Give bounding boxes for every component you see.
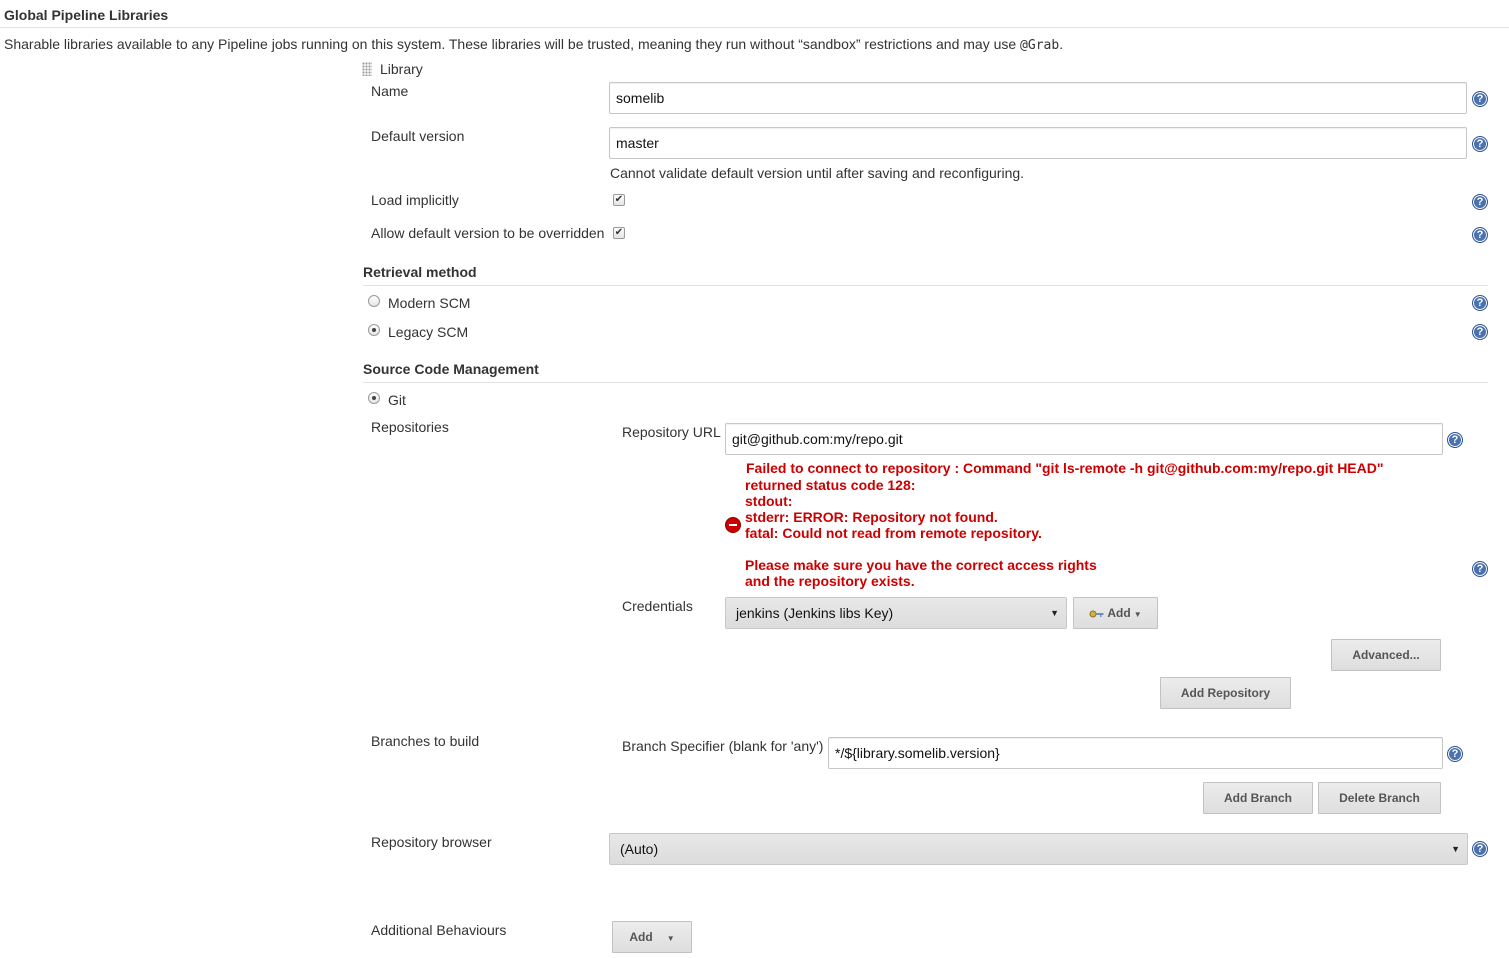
drag-handle-icon[interactable] (362, 62, 372, 76)
help-icon[interactable]: ? (1447, 432, 1463, 448)
branches-label: Branches to build (371, 733, 480, 749)
add-credentials-label: Add (1107, 606, 1131, 620)
retrieval-title: Retrieval method (363, 264, 477, 280)
error-line: fatal: Could not read from remote reposi… (745, 525, 1042, 541)
repo-url-input[interactable]: git@github.com:my/repo.git (725, 423, 1443, 455)
help-icon[interactable]: ? (1472, 91, 1488, 107)
description-suffix: . (1059, 36, 1064, 52)
error-line: Failed to connect to repository : Comman… (746, 460, 1384, 476)
repo-url-label: Repository URL (622, 424, 721, 440)
chevron-down-icon: ▼ (1050, 608, 1059, 618)
help-icon[interactable]: ? (1472, 227, 1488, 243)
section-divider (0, 27, 1509, 28)
name-label: Name (371, 83, 409, 99)
repo-browser-value: (Auto) (620, 841, 659, 857)
chevron-down-icon: ▼ (1451, 844, 1460, 854)
section-description: Sharable libraries available to any Pipe… (4, 36, 1063, 53)
add-repository-button[interactable]: Add Repository (1160, 677, 1291, 709)
key-icon (1089, 610, 1104, 618)
repo-browser-label: Repository browser (371, 834, 492, 850)
chevron-down-icon: ▼ (1133, 610, 1142, 619)
default-version-input[interactable]: master (609, 127, 1467, 159)
modern-scm-label: Modern SCM (388, 295, 471, 311)
add-behaviour-button[interactable]: Add ▼ (612, 921, 692, 953)
error-line: stderr: ERROR: Repository not found. (745, 509, 998, 525)
legacy-scm-radio[interactable] (368, 324, 380, 336)
retrieval-divider (363, 285, 1488, 286)
error-line: stdout: (745, 493, 793, 509)
repo-browser-select[interactable]: (Auto) ▼ (609, 833, 1468, 865)
repositories-label: Repositories (371, 419, 449, 435)
allow-override-label: Allow default version to be overridden (371, 225, 605, 241)
help-icon[interactable]: ? (1472, 841, 1488, 857)
additional-behaviours-label: Additional Behaviours (371, 922, 507, 938)
load-implicitly-label: Load implicitly (371, 192, 459, 208)
credentials-label: Credentials (622, 598, 693, 614)
branch-spec-label: Branch Specifier (blank for 'any') (622, 738, 824, 754)
error-line: and the repository exists. (745, 573, 915, 589)
library-header: Library (380, 61, 423, 77)
name-input[interactable]: somelib (609, 82, 1467, 114)
git-label: Git (388, 392, 406, 408)
modern-scm-radio[interactable] (368, 295, 380, 307)
default-version-note: Cannot validate default version until af… (610, 165, 1025, 181)
default-version-label: Default version (371, 128, 465, 144)
error-line: Please make sure you have the correct ac… (745, 557, 1097, 573)
help-icon[interactable]: ? (1472, 561, 1488, 577)
help-icon[interactable]: ? (1472, 136, 1488, 152)
add-behaviour-label: Add (629, 930, 653, 944)
scm-divider (363, 382, 1488, 383)
delete-branch-button[interactable]: Delete Branch (1318, 782, 1441, 814)
credentials-value: jenkins (Jenkins libs Key) (736, 605, 894, 621)
section-title: Global Pipeline Libraries (4, 7, 169, 23)
branch-spec-input[interactable]: */${library.somelib.version} (828, 737, 1443, 769)
credentials-select[interactable]: jenkins (Jenkins libs Key) ▼ (725, 597, 1067, 629)
error-icon (725, 517, 741, 533)
chevron-down-icon: ▼ (666, 934, 675, 943)
add-branch-button[interactable]: Add Branch (1203, 782, 1313, 814)
description-text: Sharable libraries available to any Pipe… (4, 36, 1021, 52)
git-radio[interactable] (368, 392, 380, 404)
scm-title: Source Code Management (363, 361, 539, 377)
description-code: @Grab (1020, 38, 1060, 53)
help-icon[interactable]: ? (1472, 324, 1488, 340)
legacy-scm-label: Legacy SCM (388, 324, 469, 340)
error-line: returned status code 128: (745, 477, 916, 493)
allow-override-checkbox[interactable]: ✔ (613, 227, 625, 239)
add-credentials-button[interactable]: Add ▼ (1073, 597, 1158, 629)
help-icon[interactable]: ? (1472, 295, 1488, 311)
help-icon[interactable]: ? (1472, 194, 1488, 210)
help-icon[interactable]: ? (1447, 746, 1463, 762)
load-implicitly-checkbox[interactable]: ✔ (613, 194, 625, 206)
advanced-button[interactable]: Advanced... (1331, 639, 1441, 671)
